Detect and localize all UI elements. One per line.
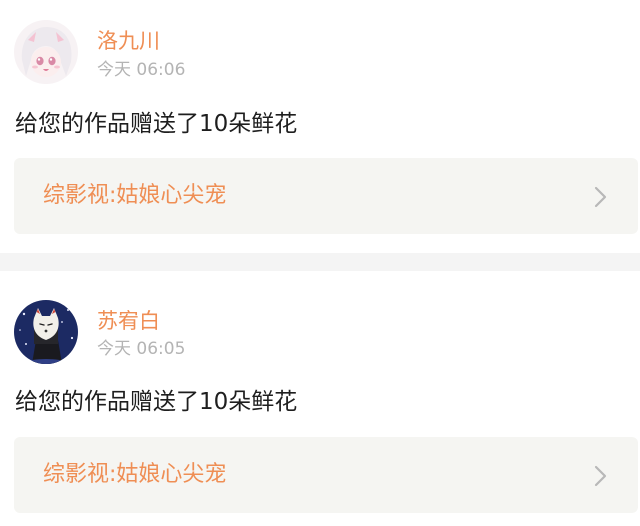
timestamp: 今天 06:06 (97, 60, 186, 80)
section-divider (0, 253, 640, 271)
avatar[interactable] (14, 20, 78, 84)
notification-card: 苏宥白 今天 06:05 给您的作品赠送了10朵鲜花 综影视:姑娘心尖宠 (0, 271, 640, 526)
username[interactable]: 苏宥白 (97, 311, 160, 332)
chevron-right-icon (594, 186, 607, 208)
username[interactable]: 洛九川 (97, 31, 160, 52)
notification-message: 给您的作品赠送了10朵鲜花 (15, 111, 298, 137)
work-link-card[interactable]: 综影视:姑娘心尖宠 (14, 437, 638, 513)
avatar[interactable] (14, 300, 78, 364)
work-link-card[interactable]: 综影视:姑娘心尖宠 (14, 158, 638, 234)
timestamp: 今天 06:05 (97, 339, 186, 359)
notification-card: 洛九川 今天 06:06 给您的作品赠送了10朵鲜花 综影视:姑娘心尖宠 (0, 0, 640, 253)
chevron-right-icon (594, 465, 607, 487)
work-title: 综影视:姑娘心尖宠 (43, 462, 227, 487)
notification-feed: 洛九川 今天 06:06 给您的作品赠送了10朵鲜花 综影视:姑娘心尖宠 苏宥白… (0, 0, 640, 526)
notification-message: 给您的作品赠送了10朵鲜花 (15, 389, 298, 415)
work-title: 综影视:姑娘心尖宠 (43, 183, 227, 208)
